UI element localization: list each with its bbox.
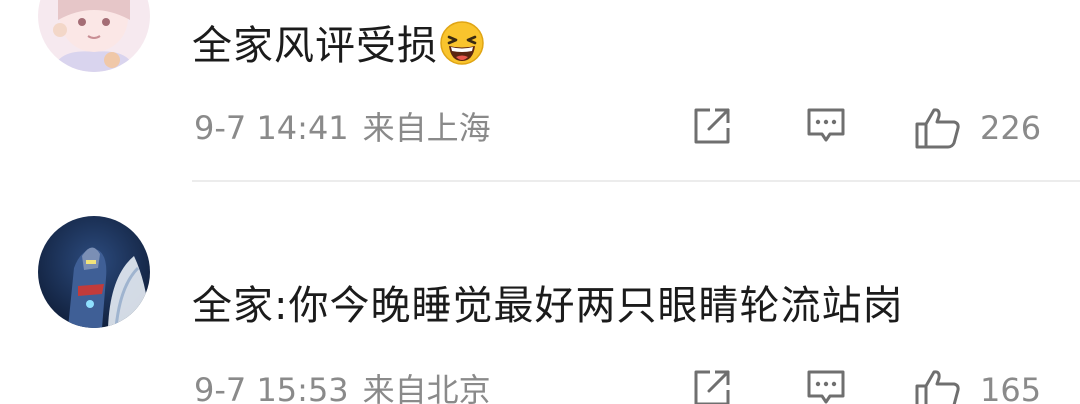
reply-button[interactable] xyxy=(806,368,846,404)
comment-location: 来自北京 xyxy=(362,371,491,404)
comment-time: 9-7 15:53 xyxy=(194,371,349,404)
comment-meta: 9-7 15:53 来自北京 xyxy=(194,370,491,404)
thumbs-up-icon xyxy=(915,370,960,404)
comment-meta: 9-7 14:41 来自上海 xyxy=(194,108,491,148)
comment-icon xyxy=(807,370,845,404)
comment-text: 全家:你今晚睡觉最好两只眼睛轮流站岗 xyxy=(192,280,903,332)
comment-item: 全家风评受损 9-7 14:41 来自上海 226 xyxy=(0,0,1080,180)
grinning-squint-emoji-icon xyxy=(440,21,484,65)
share-button[interactable] xyxy=(692,368,732,404)
comment-icon xyxy=(807,108,845,142)
like-button[interactable]: 226 xyxy=(914,106,1041,150)
comment-location: 来自上海 xyxy=(362,109,491,147)
share-button[interactable] xyxy=(692,106,732,146)
avatar[interactable] xyxy=(38,0,150,72)
avatar[interactable] xyxy=(38,216,150,328)
comment-text-content: 全家:你今晚睡觉最好两只眼睛轮流站岗 xyxy=(192,283,904,329)
share-icon xyxy=(694,108,730,144)
comment-list: 全家风评受损 9-7 14:41 来自上海 226 全家:你今晚睡觉最好两只眼睛… xyxy=(0,0,1080,404)
like-count: 226 xyxy=(980,109,1042,147)
comment-time: 9-7 14:41 xyxy=(194,109,349,147)
like-button[interactable]: 165 xyxy=(914,368,1041,404)
comment-text-content: 全家风评受损 xyxy=(192,23,438,69)
comment-text: 全家风评受损 xyxy=(192,20,484,72)
reply-button[interactable] xyxy=(806,106,846,146)
like-count: 165 xyxy=(980,371,1042,404)
thumbs-up-icon xyxy=(915,108,960,149)
comment-item: 全家:你今晚睡觉最好两只眼睛轮流站岗 9-7 15:53 来自北京 165 xyxy=(0,182,1080,404)
share-icon xyxy=(694,370,730,404)
